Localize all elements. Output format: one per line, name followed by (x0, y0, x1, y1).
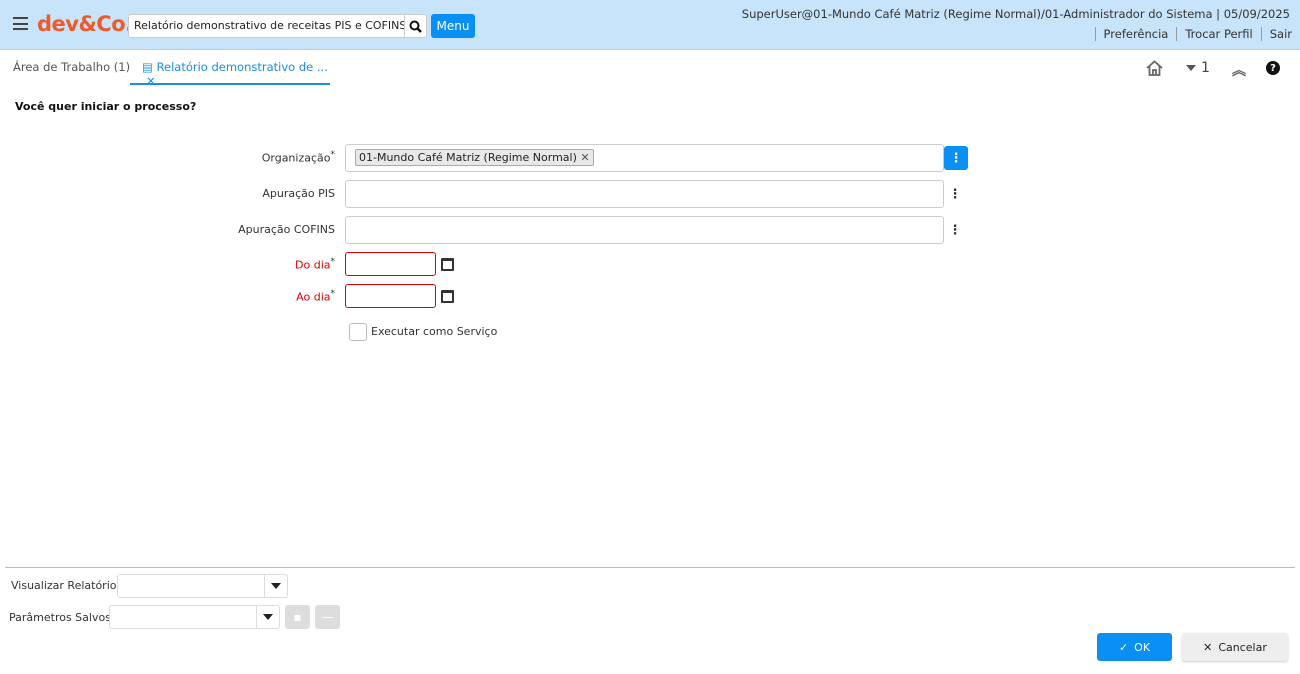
apuracao-cofins-label: Apuração COFINS (238, 223, 335, 236)
logo: dev&Co. (37, 12, 133, 36)
apuracao-cofins-options-button[interactable]: ⋮ (943, 218, 967, 242)
organizacao-field[interactable]: 01-Mundo Café Matriz (Regime Normal) ✕ (345, 144, 944, 172)
tab-label: Relatório demonstrativo de ... (156, 60, 328, 74)
cancel-button[interactable]: ✕ Cancelar (1182, 633, 1288, 661)
menu-button[interactable]: Menu (431, 14, 475, 38)
parametros-salvos-select[interactable] (109, 605, 280, 629)
check-icon: ✓ (1118, 640, 1129, 654)
report-icon: ▤ (142, 60, 153, 74)
tab-relatorio[interactable]: ▤ Relatório demonstrativo de ... ✕ (130, 60, 330, 88)
preferencia-link[interactable]: Preferência (1094, 27, 1168, 41)
apuracao-pis-field[interactable] (345, 180, 944, 208)
save-parameters-button[interactable]: ▪ (285, 605, 310, 629)
process-question: Você quer iniciar o processo? (15, 100, 197, 113)
search-box[interactable]: Relatório demonstrativo de receitas PIS … (128, 14, 427, 38)
tab-area-de-trabalho[interactable]: Área de Trabalho (1) (13, 60, 130, 74)
window-count: 1 (1201, 60, 1210, 76)
sair-link[interactable]: Sair (1260, 27, 1292, 41)
window-dropdown[interactable]: 1 (1186, 60, 1210, 76)
executar-servico-checkbox[interactable] (349, 323, 367, 341)
caret-down-icon (1186, 65, 1196, 71)
save-icon: ▪ (293, 610, 302, 624)
user-info: SuperUser@01-Mundo Café Matriz (Regime N… (741, 7, 1290, 21)
chevron-down-icon (264, 575, 287, 597)
apuracao-cofins-field[interactable] (345, 216, 944, 244)
divider (5, 567, 1295, 568)
tab-bar: Área de Trabalho (1) ▤ Relatório demonst… (0, 51, 1300, 88)
ao-dia-input[interactable] (345, 284, 436, 308)
ao-dia-label: Ao dia* (296, 289, 335, 304)
organizacao-label: Organização* (261, 150, 335, 165)
do-dia-input[interactable] (345, 252, 436, 276)
organizacao-options-button[interactable]: ⋮ (944, 146, 968, 170)
search-input[interactable]: Relatório demonstrativo de receitas PIS … (129, 15, 404, 37)
home-icon[interactable] (1146, 60, 1163, 76)
apuracao-pis-options-button[interactable]: ⋮ (943, 182, 967, 206)
chevron-down-icon (256, 606, 279, 628)
trocar-perfil-link[interactable]: Trocar Perfil (1176, 27, 1253, 41)
close-tab-icon[interactable]: ✕ (146, 74, 156, 88)
collapse-up-icon[interactable]: ︽ (1232, 60, 1246, 80)
help-icon[interactable]: ? (1266, 61, 1280, 75)
search-icon[interactable] (404, 15, 426, 37)
calendar-icon[interactable] (441, 258, 454, 271)
visualizar-relatorio-label: Visualizar Relatório (11, 579, 117, 592)
delete-parameters-button[interactable]: — (315, 605, 340, 629)
calendar-icon[interactable] (441, 290, 454, 303)
apuracao-pis-label: Apuração PIS (262, 187, 335, 200)
close-icon: ✕ (1203, 640, 1213, 654)
visualizar-relatorio-select[interactable] (117, 574, 288, 598)
top-header: dev&Co. Relatório demonstrativo de recei… (0, 0, 1300, 50)
executar-servico-label: Executar como Serviço (371, 325, 498, 338)
minus-icon: — (321, 610, 334, 624)
remove-chip-icon[interactable]: ✕ (580, 151, 589, 164)
organizacao-chip: 01-Mundo Café Matriz (Regime Normal) ✕ (355, 149, 594, 166)
do-dia-label: Do dia* (295, 257, 335, 272)
parametros-salvos-label: Parâmetros Salvos (9, 611, 111, 624)
hamburger-menu-icon[interactable] (13, 17, 28, 30)
ok-button[interactable]: ✓ OK (1097, 633, 1172, 661)
